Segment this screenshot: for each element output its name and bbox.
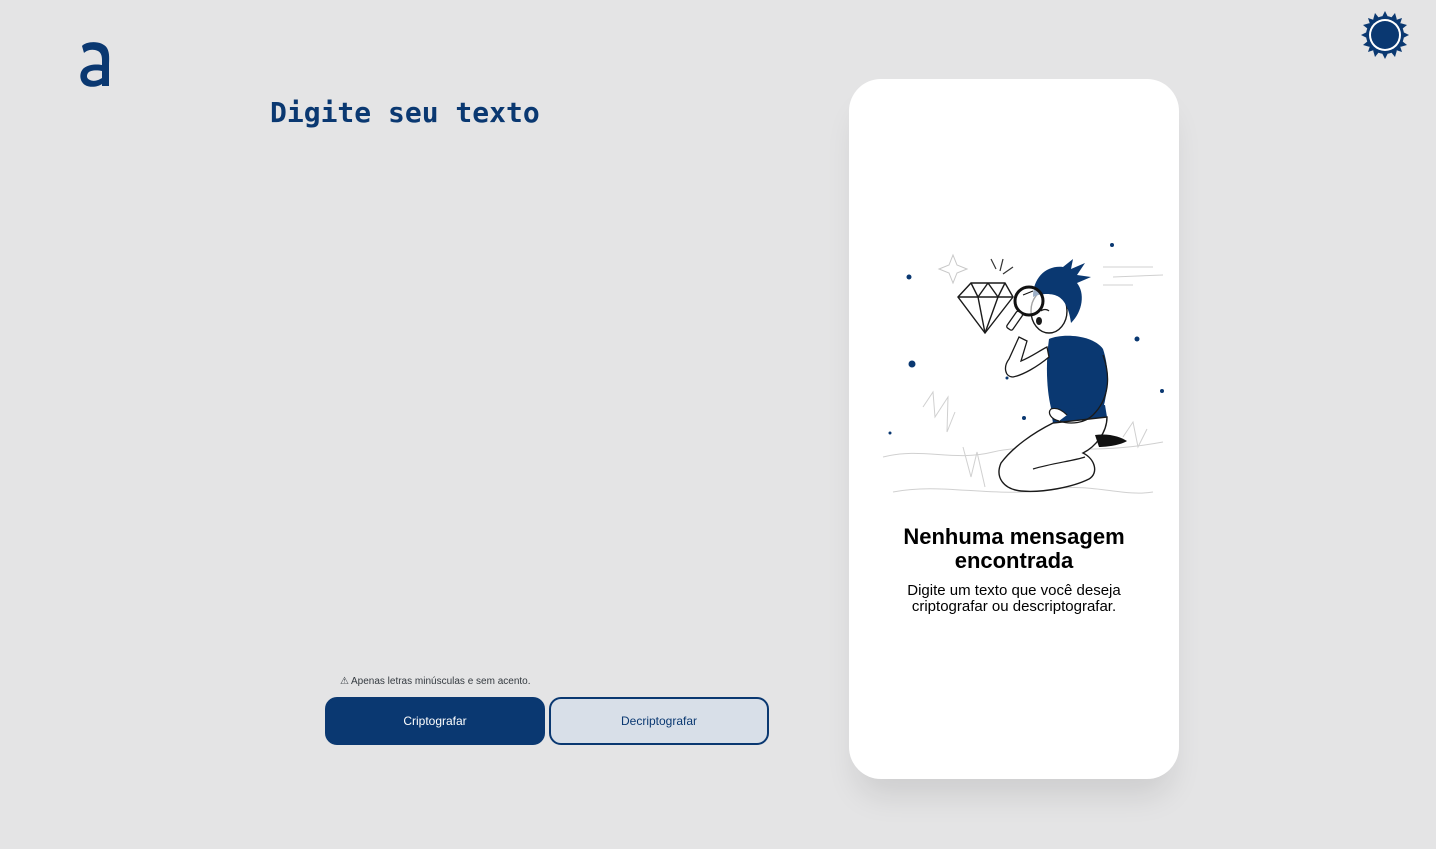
empty-state-title: Nenhuma mensagem encontrada bbox=[903, 524, 1125, 573]
output-panel: Nenhuma mensagem encontrada Digite um te… bbox=[849, 79, 1179, 779]
input-area bbox=[270, 96, 810, 636]
empty-state-description: Digite um texto que você deseja criptogr… bbox=[907, 582, 1121, 615]
warning-icon: ⚠ bbox=[340, 676, 349, 687]
hint-text: Apenas letras minúsculas e sem acento. bbox=[350, 676, 531, 687]
decrypt-button[interactable]: Decriptografar bbox=[549, 697, 769, 745]
encrypt-button[interactable]: Criptografar bbox=[325, 697, 545, 745]
person-with-magnifier-illustration bbox=[882, 243, 1164, 494]
input-hint: ⚠ Apenas letras minúsculas e sem acento. bbox=[340, 676, 531, 687]
alura-logo-icon[interactable] bbox=[78, 40, 112, 88]
page: ⚠ Apenas letras minúsculas e sem acento.… bbox=[0, 0, 1436, 849]
message-input[interactable] bbox=[270, 96, 810, 636]
sun-icon bbox=[1361, 11, 1409, 59]
theme-toggle-button[interactable] bbox=[1360, 10, 1410, 60]
